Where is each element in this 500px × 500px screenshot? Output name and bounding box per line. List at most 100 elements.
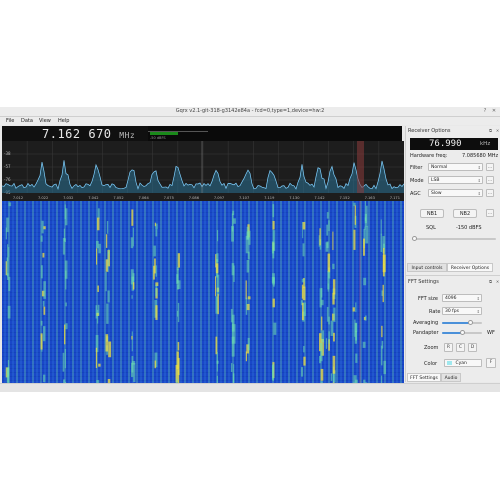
waterfall-signal-streak <box>132 273 135 282</box>
nb1-button[interactable]: NB1 <box>420 209 444 218</box>
averaging-slider[interactable] <box>442 320 482 325</box>
hw-freq-label: Hardware freq: <box>410 153 448 159</box>
color-select[interactable]: Cyan <box>444 359 482 367</box>
spectrum-x-tick: 7.086 <box>189 196 200 200</box>
waterfall-signal-streak <box>328 331 330 344</box>
waterfall-signal-streak <box>153 245 156 257</box>
zoom-reset-button[interactable]: R <box>444 343 453 352</box>
waterfall-signal-streak <box>330 373 333 381</box>
demod-filter-band[interactable] <box>357 141 364 193</box>
waterfall-signal-streak <box>301 284 304 299</box>
waterfall-svg <box>5 201 386 383</box>
waterfall-signal-streak <box>245 297 248 315</box>
waterfall-signal-streak <box>217 274 220 296</box>
spectrum-plot[interactable]: -38-57-76-957.0127.0227.0327.0427.0527.0… <box>1 141 405 201</box>
waterfall-signal-streak <box>7 305 11 319</box>
waterfall-signal-streak <box>155 305 158 320</box>
menu-file[interactable]: File <box>6 118 14 124</box>
waterfall-signal-streak <box>177 357 180 376</box>
fft-close-icon[interactable]: ✕ <box>495 279 500 284</box>
waterfall-signal-streak <box>6 217 9 233</box>
menu-data[interactable]: Data <box>21 118 33 124</box>
waterfall-signal-streak <box>65 208 68 226</box>
agc-options-button[interactable]: … <box>486 189 494 197</box>
waterfall-signal-streak <box>216 253 219 263</box>
window-title: Gqrx v2.1-git-318-g3142e84a - fcd=0,type… <box>175 108 325 114</box>
tab-input-controls[interactable]: Input controls <box>407 263 447 272</box>
waterfall-signal-streak <box>40 265 43 279</box>
waterfall-signal-streak <box>380 345 383 366</box>
waterfall-signal-streak <box>155 265 157 277</box>
waterfall-signal-streak <box>383 360 386 375</box>
rate-select[interactable]: 30 fps ⇕ <box>442 307 482 315</box>
fill-toggle-button[interactable]: F <box>486 358 496 368</box>
hw-freq-value: 7.085680 MHz <box>462 153 499 159</box>
waterfall-signal-streak <box>381 325 383 338</box>
averaging-slider-handle[interactable] <box>468 320 473 325</box>
filter-options-button[interactable]: … <box>486 163 494 171</box>
filter-select[interactable]: Normal ⇕ <box>428 163 483 171</box>
waterfall-signal-streak <box>380 219 382 235</box>
waterfall-signal-streak <box>177 253 180 268</box>
tab-audio[interactable]: Audio <box>441 373 461 382</box>
waterfall-signal-streak <box>105 334 109 352</box>
waterfall-signal-streak <box>215 336 218 355</box>
waterfall-signal-streak <box>246 226 249 240</box>
waterfall-signal-streak <box>333 332 335 342</box>
waterfall-signal-streak <box>64 324 66 345</box>
agc-select[interactable]: Slow ⇕ <box>428 189 483 197</box>
zoom-demod-button[interactable]: D <box>468 343 477 352</box>
meter-level-bar <box>150 132 178 135</box>
mode-select[interactable]: LSB ⇕ <box>428 176 483 184</box>
help-icon[interactable]: ? <box>482 108 488 114</box>
fft-settings-header: FFT Settings <box>408 279 439 285</box>
menu-view[interactable]: View <box>39 118 51 124</box>
waterfall-signal-streak <box>272 364 275 381</box>
waterfall-signal-streak <box>65 302 67 307</box>
gqrx-window: Gqrx v2.1-git-318-g3142e84a - fcd=0,type… <box>0 107 500 392</box>
frequency-display[interactable]: 7.162 670 MHz <box>2 126 148 141</box>
nb-options-button[interactable]: … <box>486 209 494 217</box>
mode-value: LSB <box>431 178 440 183</box>
waterfall-signal-streak <box>95 305 98 319</box>
waterfall-signal-streak <box>97 208 100 219</box>
waterfall-signal-streak <box>303 345 305 353</box>
spectrum-x-tick: 7.107 <box>239 196 249 200</box>
waterfall-signal-streak <box>216 360 219 364</box>
squelch-slider[interactable] <box>412 236 496 241</box>
mode-options-button[interactable]: … <box>486 176 494 184</box>
waterfall-signal-streak <box>232 210 235 216</box>
pandapter-slider-handle[interactable] <box>460 330 465 335</box>
menu-help[interactable]: Help <box>58 118 69 124</box>
waterfall-signal-streak <box>97 285 99 292</box>
waterfall-signal-streak <box>131 295 133 299</box>
dock-float-icon[interactable]: ⧉ <box>488 128 493 133</box>
meter-label: -50 dBFS <box>150 136 166 140</box>
color-swatch <box>447 360 452 365</box>
pandapter-slider[interactable] <box>442 330 482 335</box>
offset-display[interactable]: 76.990 kHz <box>410 138 498 150</box>
squelch-slider-handle[interactable] <box>412 236 417 241</box>
waterfall-signal-streak <box>97 304 100 316</box>
waterfall-signal-streak <box>272 220 275 230</box>
tab-fft-settings[interactable]: FFT Settings <box>407 373 441 382</box>
waterfall-signal-streak <box>231 226 234 242</box>
waterfall-signal-streak <box>380 375 383 383</box>
waterfall-signal-streak <box>333 307 336 323</box>
waterfall-plot[interactable] <box>2 201 404 383</box>
waterfall-signal-streak <box>233 364 235 383</box>
sql-label: SQL <box>426 225 436 231</box>
fft-size-select[interactable]: 4096 ⇕ <box>442 294 482 302</box>
waterfall-signal-streak <box>321 330 325 343</box>
fft-float-icon[interactable]: ⧉ <box>488 279 493 284</box>
zoom-center-button[interactable]: C <box>456 343 465 352</box>
waterfall-signal-streak <box>320 342 323 362</box>
receiver-options-header: Receiver Options <box>408 128 451 134</box>
nb2-button[interactable]: NB2 <box>453 209 477 218</box>
tab-receiver-options[interactable]: Receiver Options <box>447 263 493 272</box>
close-icon[interactable]: ✕ <box>491 108 497 114</box>
waterfall-signal-streak <box>230 363 233 372</box>
waterfall-signal-streak <box>40 333 43 350</box>
waterfall-signal-streak <box>108 249 110 255</box>
dock-close-icon[interactable]: ✕ <box>495 128 500 133</box>
